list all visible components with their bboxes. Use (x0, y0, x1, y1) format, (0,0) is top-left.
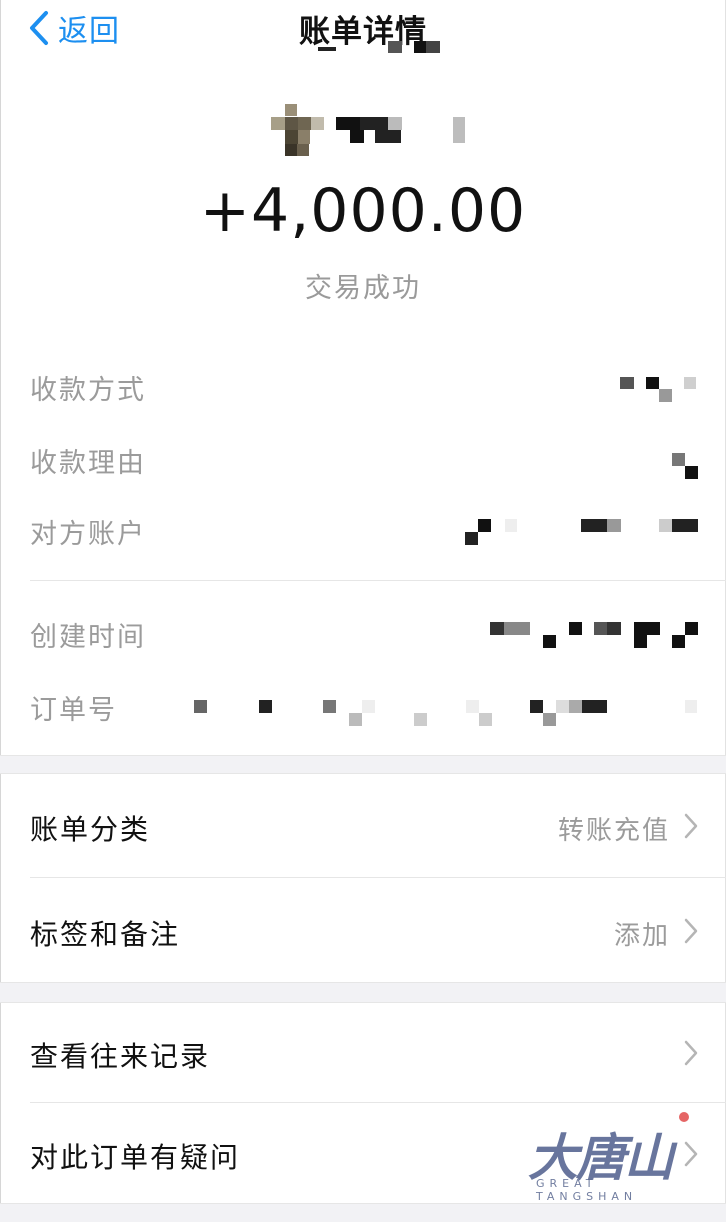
details-divider (30, 580, 726, 581)
transaction-amount: +4,000.00 (199, 176, 527, 246)
page-title: 账单详情 (299, 14, 427, 50)
transaction-status: 交易成功 (305, 273, 421, 304)
watermark-logo: 大唐山 GREAT TANGSHAN (524, 1112, 694, 1203)
redacted-block (388, 41, 402, 53)
tags-and-notes-row[interactable]: 标签和备注 添加 (0, 878, 726, 982)
nav-bar: 返回 账单详情 (0, 0, 726, 60)
chevron-right-icon (684, 1040, 698, 1070)
chevron-right-icon (684, 813, 698, 843)
detail-label-payment-method: 收款方式 (30, 375, 146, 406)
tags-and-notes-label: 标签和备注 (30, 918, 181, 951)
detail-label-created-time: 创建时间 (30, 622, 146, 653)
detail-label-order-number: 订单号 (30, 695, 117, 726)
detail-label-payment-reason: 收款理由 (30, 448, 146, 479)
section-gap (0, 755, 726, 774)
redacted-block (318, 47, 336, 51)
watermark-mark (679, 1112, 689, 1122)
bill-category-row[interactable]: 账单分类 转账充值 (0, 773, 726, 877)
detail-label-counterparty-account: 对方账户 (30, 519, 146, 550)
section-gap (0, 1203, 726, 1222)
chevron-right-icon (684, 918, 698, 948)
watermark-sub: GREAT TANGSHAN (536, 1177, 638, 1203)
redacted-block (414, 41, 426, 53)
order-question-label: 对此订单有疑问 (30, 1141, 241, 1174)
view-history-label: 查看往来记录 (30, 1040, 211, 1073)
tags-and-notes-value: 添加 (613, 921, 670, 951)
redacted-block (426, 41, 440, 53)
section-gap (0, 982, 726, 1003)
bill-category-value: 转账充值 (557, 816, 670, 846)
view-history-row[interactable]: 查看往来记录 (0, 1002, 726, 1102)
bill-category-label: 账单分类 (30, 813, 151, 846)
